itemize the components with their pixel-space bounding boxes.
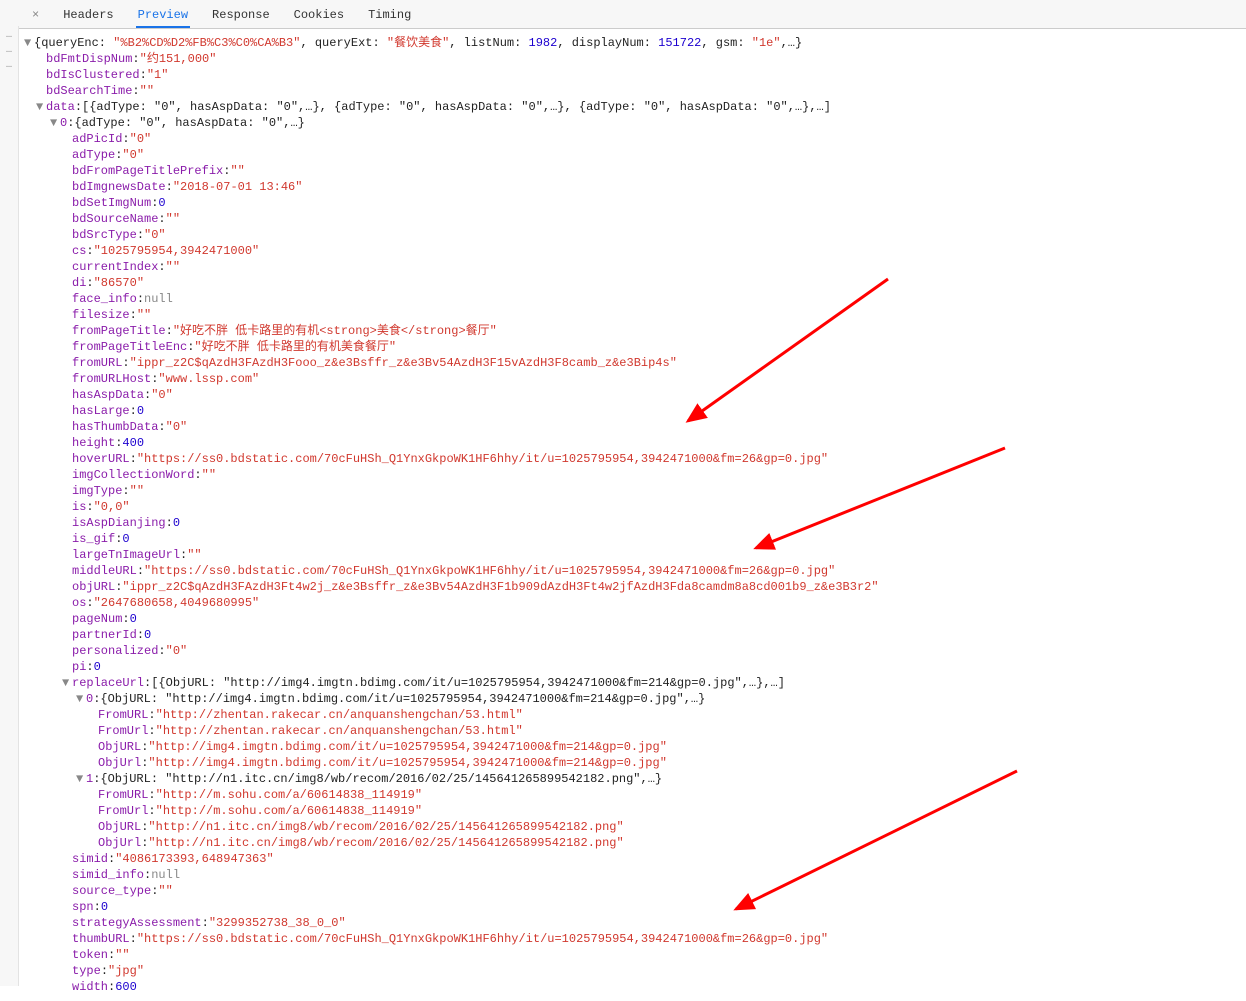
kv-source_type[interactable]: source_type: "" [24, 883, 1246, 899]
kv-bdFmtDispNum[interactable]: bdFmtDispNum: "约151,000" [24, 51, 1246, 67]
tab-timing[interactable]: Timing [366, 4, 413, 28]
expand-arrow-icon[interactable]: ▼ [36, 99, 46, 115]
kv-isAspDianjing[interactable]: isAspDianjing: 0 [24, 515, 1246, 531]
kv-r0-FromUrl[interactable]: FromUrl: "http://zhentan.rakecar.cn/anqu… [24, 723, 1246, 739]
kv-r0-FromURL[interactable]: FromURL: "http://zhentan.rakecar.cn/anqu… [24, 707, 1246, 723]
kv-hasLarge[interactable]: hasLarge: 0 [24, 403, 1246, 419]
expand-arrow-icon[interactable]: ▼ [24, 35, 34, 51]
kv-personalized[interactable]: personalized: "0" [24, 643, 1246, 659]
kv-bdFromPageTitlePrefix[interactable]: bdFromPageTitlePrefix: "" [24, 163, 1246, 179]
kv-r1-FromURL[interactable]: FromURL: "http://m.sohu.com/a/60614838_1… [24, 787, 1246, 803]
kv-hoverURL[interactable]: hoverURL: "https://ss0.bdstatic.com/70cF… [24, 451, 1246, 467]
kv-partnerId[interactable]: partnerId: 0 [24, 627, 1246, 643]
kv-data[interactable]: ▼data: [{adType: "0", hasAspData: "0",…}… [24, 99, 1246, 115]
kv-face_info[interactable]: face_info: null [24, 291, 1246, 307]
kv-di[interactable]: di: "86570" [24, 275, 1246, 291]
kv-os[interactable]: os: "2647680658,4049680995" [24, 595, 1246, 611]
kv-type[interactable]: type: "jpg" [24, 963, 1246, 979]
kv-imgCollectionWord[interactable]: imgCollectionWord: "" [24, 467, 1246, 483]
kv-replaceUrl[interactable]: ▼replaceUrl: [{ObjURL: "http://img4.imgt… [24, 675, 1246, 691]
kv-fromURL[interactable]: fromURL: "ippr_z2C$qAzdH3FAzdH3Fooo_z&e3… [24, 355, 1246, 371]
expand-arrow-icon[interactable]: ▼ [76, 691, 86, 707]
kv-cs[interactable]: cs: "1025795954,3942471000" [24, 243, 1246, 259]
kv-middleURL[interactable]: middleURL: "https://ss0.bdstatic.com/70c… [24, 563, 1246, 579]
tab-preview[interactable]: Preview [136, 4, 190, 28]
kv-pi[interactable]: pi: 0 [24, 659, 1246, 675]
kv-spn[interactable]: spn: 0 [24, 899, 1246, 915]
kv-currentIndex[interactable]: currentIndex: "" [24, 259, 1246, 275]
kv-fromURLHost[interactable]: fromURLHost: "www.lssp.com" [24, 371, 1246, 387]
devtools-tabs: × Headers Preview Response Cookies Timin… [0, 0, 1246, 29]
close-tab-icon[interactable]: × [30, 4, 41, 28]
root-summary: {queryEnc: "%B2%CD%D2%FB%C3%C0%CA%B3", q… [34, 35, 802, 51]
kv-bdSrcType[interactable]: bdSrcType: "0" [24, 227, 1246, 243]
kv-r1-ObjURL[interactable]: ObjURL: "http://n1.itc.cn/img8/wb/recom/… [24, 819, 1246, 835]
kv-bdImgnewsDate[interactable]: bdImgnewsDate: "2018-07-01 13:46" [24, 179, 1246, 195]
kv-fromPageTitleEnc[interactable]: fromPageTitleEnc: "好吃不胖 低卡路里的有机美食餐厅" [24, 339, 1246, 355]
kv-replaceUrl-0[interactable]: ▼0: {ObjURL: "http://img4.imgtn.bdimg.co… [24, 691, 1246, 707]
kv-height[interactable]: height: 400 [24, 435, 1246, 451]
tree-root[interactable]: ▼{queryEnc: "%B2%CD%D2%FB%C3%C0%CA%B3", … [24, 35, 1246, 51]
kv-bdIsClustered[interactable]: bdIsClustered: "1" [24, 67, 1246, 83]
expand-arrow-icon[interactable]: ▼ [50, 115, 60, 131]
kv-pageNum[interactable]: pageNum: 0 [24, 611, 1246, 627]
kv-bdSetImgNum[interactable]: bdSetImgNum: 0 [24, 195, 1246, 211]
kv-width[interactable]: width: 600 [24, 979, 1246, 995]
kv-objURL[interactable]: objURL: "ippr_z2C$qAzdH3FAzdH3Ft4w2j_z&e… [24, 579, 1246, 595]
kv-r0-ObjUrl[interactable]: ObjUrl: "http://img4.imgtn.bdimg.com/it/… [24, 755, 1246, 771]
kv-simid_info[interactable]: simid_info: null [24, 867, 1246, 883]
kv-bdSearchTime[interactable]: bdSearchTime: "" [24, 83, 1246, 99]
kv-replaceUrl-1[interactable]: ▼1: {ObjURL: "http://n1.itc.cn/img8/wb/r… [24, 771, 1246, 787]
kv-fromPageTitle[interactable]: fromPageTitle: "好吃不胖 低卡路里的有机<strong>美食</… [24, 323, 1246, 339]
tab-cookies[interactable]: Cookies [292, 4, 346, 28]
kv-strategyAssessment[interactable]: strategyAssessment: "3299352738_38_0_0" [24, 915, 1246, 931]
kv-bdSourceName[interactable]: bdSourceName: "" [24, 211, 1246, 227]
json-tree[interactable]: ▼{queryEnc: "%B2%CD%D2%FB%C3%C0%CA%B3", … [0, 29, 1246, 1001]
kv-data-0[interactable]: ▼0: {adType: "0", hasAspData: "0",…} [24, 115, 1246, 131]
kv-r1-FromUrl[interactable]: FromUrl: "http://m.sohu.com/a/60614838_1… [24, 803, 1246, 819]
kv-simid[interactable]: simid: "4086173393,648947363" [24, 851, 1246, 867]
kv-r0-ObjURL[interactable]: ObjURL: "http://img4.imgtn.bdimg.com/it/… [24, 739, 1246, 755]
tab-response[interactable]: Response [210, 4, 272, 28]
kv-filesize[interactable]: filesize: "" [24, 307, 1246, 323]
kv-is[interactable]: is: "0,0" [24, 499, 1246, 515]
kv-thumbURL[interactable]: thumbURL: "https://ss0.bdstatic.com/70cF… [24, 931, 1246, 947]
kv-is_gif[interactable]: is_gif: 0 [24, 531, 1246, 547]
kv-adType[interactable]: adType: "0" [24, 147, 1246, 163]
kv-token[interactable]: token: "" [24, 947, 1246, 963]
kv-imgType[interactable]: imgType: "" [24, 483, 1246, 499]
kv-hasThumbData[interactable]: hasThumbData: "0" [24, 419, 1246, 435]
tab-headers[interactable]: Headers [61, 4, 115, 28]
kv-largeTnImageUrl[interactable]: largeTnImageUrl: "" [24, 547, 1246, 563]
expand-arrow-icon[interactable]: ▼ [62, 675, 72, 691]
expand-arrow-icon[interactable]: ▼ [76, 771, 86, 787]
kv-adPicId[interactable]: adPicId: "0" [24, 131, 1246, 147]
kv-hasAspData[interactable]: hasAspData: "0" [24, 387, 1246, 403]
kv-r1-ObjUrl[interactable]: ObjUrl: "http://n1.itc.cn/img8/wb/recom/… [24, 835, 1246, 851]
